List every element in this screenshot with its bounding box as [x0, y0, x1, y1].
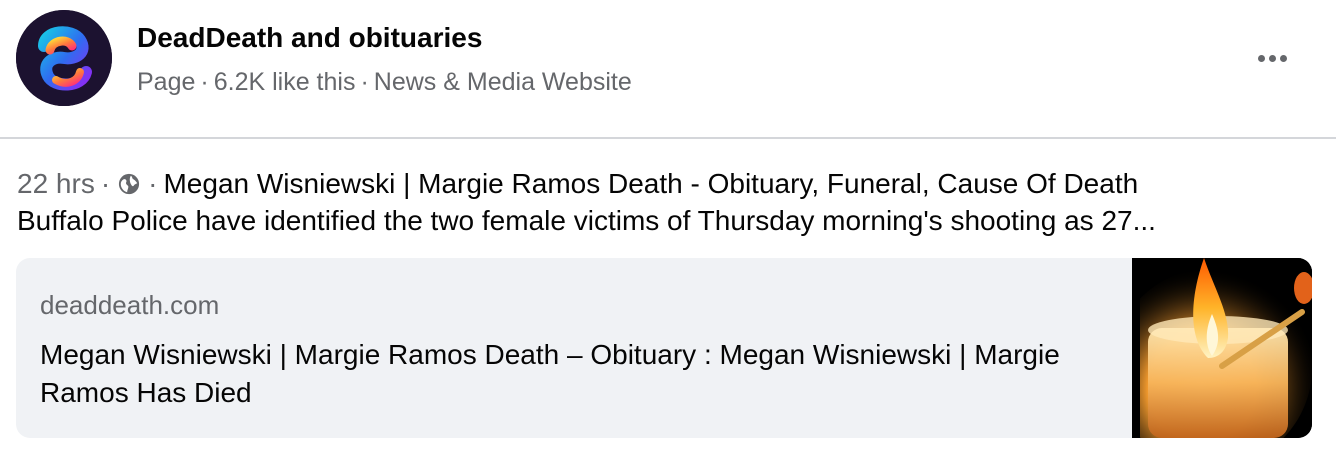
post-excerpt: Buffalo Police have identified the two f…: [17, 205, 1156, 236]
post-separator: ·: [100, 168, 111, 199]
facebook-post: DeadDeath and obituaries Page · 6.2K like …: [0, 0, 1336, 460]
page-avatar[interactable]: [16, 10, 112, 106]
more-options-button[interactable]: [1248, 44, 1296, 72]
page-category: News & Media Website: [373, 68, 632, 96]
post-title-line: 22 hrs · · Megan Wisniewski | Margie Ram…: [17, 168, 1138, 200]
post-timestamp[interactable]: 22 hrs: [17, 168, 95, 200]
meta-separator: ·: [200, 68, 209, 96]
header-divider: [0, 137, 1336, 139]
page-type: Page: [137, 68, 196, 96]
post-separator: ·: [148, 168, 158, 199]
more-options-icon: [1257, 54, 1265, 62]
link-title: Megan Wisniewski | Margie Ramos Death – …: [40, 339, 1060, 408]
globe-icon[interactable]: [118, 173, 140, 195]
meta-separator: ·: [360, 68, 369, 96]
page-logo-icon: [16, 10, 112, 106]
link-preview-card[interactable]: deaddeath.com Megan Wisniewski | Margie …: [16, 258, 1312, 438]
page-likes[interactable]: 6.2K like this: [214, 68, 356, 96]
page-meta: Page · 6.2K like this · News & Media Website: [137, 68, 632, 97]
post-header: DeadDeath and obituaries Page · 6.2K like …: [0, 0, 1336, 138]
link-thumbnail: [1132, 258, 1312, 438]
link-domain: deaddeath.com: [40, 290, 220, 320]
page-name-link[interactable]: DeadDeath and obituaries: [137, 22, 482, 54]
candle-flame-image: [1132, 258, 1312, 438]
post-title: Megan Wisniewski | Margie Ramos Death - …: [163, 168, 1139, 199]
